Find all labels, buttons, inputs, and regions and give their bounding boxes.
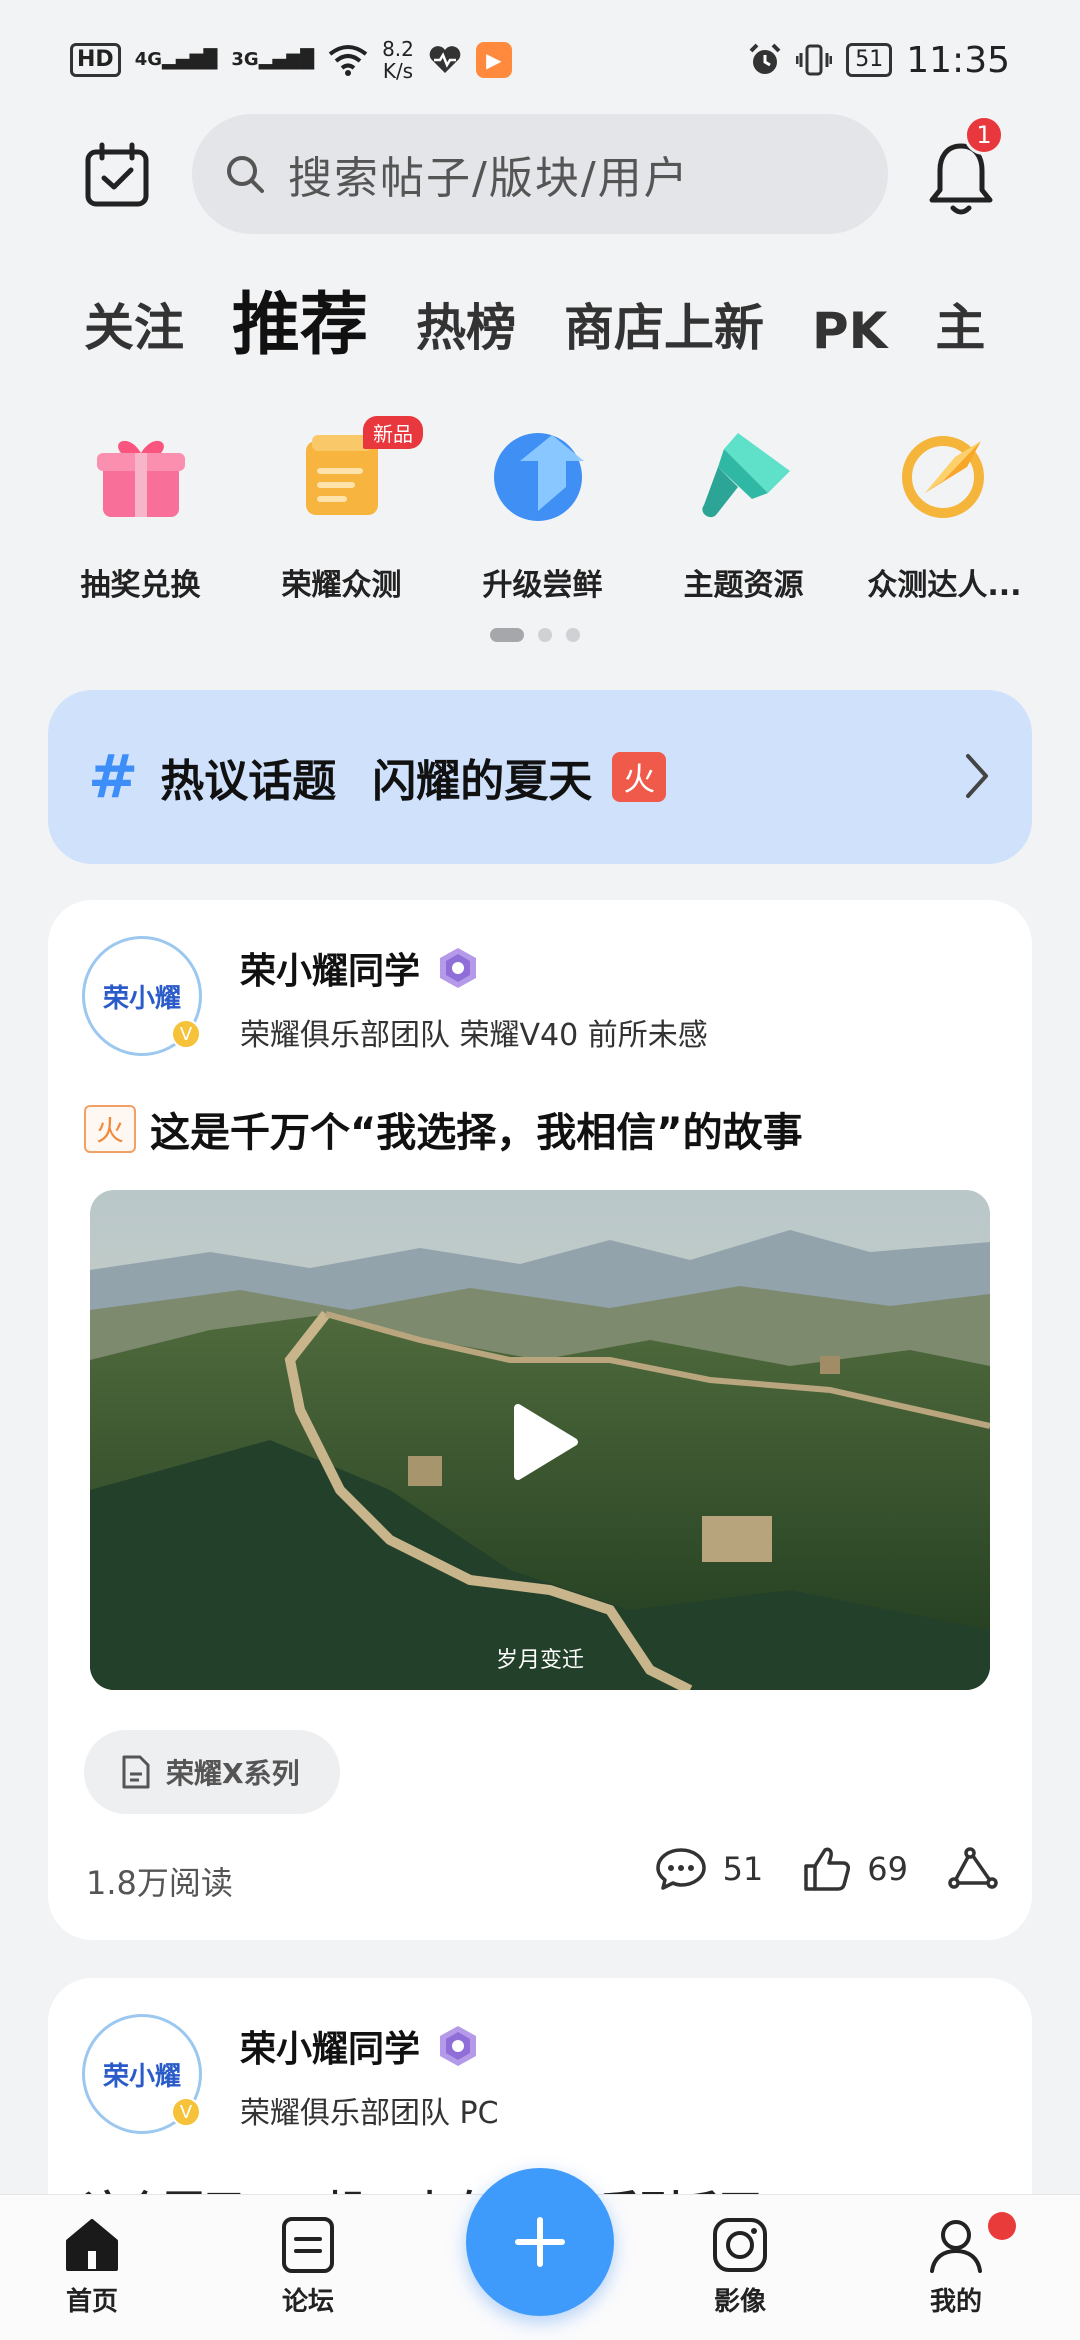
tab-recommend[interactable]: 推荐 (232, 269, 368, 378)
nav-home[interactable]: 首页 (32, 2215, 152, 2318)
verified-icon: V (171, 1019, 201, 1049)
sim1-signal: 4G▂▄▆█ (134, 49, 218, 70)
post-title[interactable]: 火 这是千万个“我选择，我相信”的故事 (84, 1100, 803, 1158)
shortcut-themes[interactable]: 主题资源 (643, 420, 844, 610)
comment-count: 51 (722, 1850, 764, 1888)
home-icon (66, 2219, 118, 2271)
page-dot (538, 628, 552, 642)
comment-icon (655, 1848, 706, 1890)
topic-title: 闪耀的夏天 (372, 756, 593, 807)
chevron-right-icon (966, 754, 988, 798)
alarm-icon (749, 43, 781, 74)
post-card[interactable]: 荣小耀 V 荣小耀同学 荣耀俱乐部团队 荣耀V40 前所未感 火 这是千万个“我… (48, 900, 1032, 1940)
video-thumbnail[interactable]: 岁月变迁 (90, 1190, 990, 1690)
shortcut-label: 主题资源 (683, 568, 804, 603)
network-speed: 8.2 K/s (382, 37, 414, 83)
author-name[interactable]: 荣小耀同学 (240, 942, 480, 994)
level-gem-icon (440, 948, 477, 988)
read-count: 1.8万阅读 (86, 1864, 233, 1902)
topic-label: 热议话题 (160, 756, 337, 807)
camera-icon (713, 2218, 767, 2272)
notification-count-badge: 1 (964, 115, 1004, 155)
clock: 11:35 (906, 39, 1010, 81)
shortcut-lottery[interactable]: 抽奖兑换 (40, 420, 241, 610)
vibrate-icon (796, 44, 833, 76)
tab-follow[interactable]: 关注 (84, 288, 184, 378)
author-name[interactable]: 荣小耀同学 (240, 2020, 480, 2072)
page-dot (566, 628, 580, 642)
nav-imaging[interactable]: 影像 (680, 2215, 800, 2318)
wifi-icon (328, 45, 368, 76)
sim2-signal: 3G▂▄▆█ (231, 49, 315, 70)
rocket-badge-icon (890, 420, 1000, 530)
search-icon (227, 156, 264, 193)
tab-theme[interactable]: 主 (935, 288, 985, 378)
like-button[interactable]: 69 (803, 1846, 908, 1892)
comment-button[interactable]: 51 (655, 1847, 764, 1891)
shortcut-upgrade[interactable]: 升级尝鲜 (442, 420, 643, 610)
tab-store-new[interactable]: 商店上新 (564, 288, 764, 378)
upgrade-arrow-icon (488, 420, 598, 530)
author-meta: 荣耀俱乐部团队 PC (240, 2096, 499, 2131)
tab-pk[interactable]: PK (812, 302, 887, 378)
video-app-icon: ▶ (475, 42, 512, 78)
hot-tag: 火 (84, 1105, 136, 1153)
post-actions: 51 69 (655, 1846, 998, 1892)
tab-hot-list[interactable]: 热榜 (416, 288, 516, 378)
hd-indicator: HD (70, 43, 121, 77)
paint-brush-icon (689, 420, 799, 530)
share-icon[interactable] (948, 1847, 998, 1891)
document-icon (122, 1755, 150, 1789)
status-bar: HD 4G▂▄▆█ 3G▂▄▆█ 8.2 K/s ▶ 51 11:35 (0, 0, 1080, 120)
feed-tabs: 关注 推荐 热榜 商店上新 PK 主 (84, 268, 1080, 378)
plus-icon (515, 2217, 565, 2267)
shortcut-test-expert[interactable]: 众测达人... (844, 420, 1045, 610)
page-dot-active (490, 628, 524, 642)
shortcut-label: 升级尝鲜 (482, 568, 603, 603)
shortcut-grid: 抽奖兑换 新品 荣耀众测 升级尝鲜 主题资源 众测达人... (40, 416, 1080, 610)
search-input[interactable]: 搜索帖子/版块/用户 (192, 114, 888, 234)
battery-indicator: 51 (846, 43, 893, 77)
play-icon[interactable] (510, 1402, 580, 1482)
new-product-badge: 新品 (363, 416, 423, 449)
shortcut-label: 众测达人... (867, 568, 1022, 603)
create-post-button[interactable] (466, 2168, 614, 2316)
avatar[interactable]: 荣小耀 V (82, 2014, 202, 2134)
video-caption: 岁月变迁 (495, 1648, 584, 1673)
level-gem-icon (440, 2026, 477, 2066)
hashtag-icon: # (88, 742, 139, 812)
calendar-checkin-icon[interactable] (84, 142, 150, 208)
shortcut-honor-test[interactable]: 新品 荣耀众测 (241, 416, 442, 610)
avatar[interactable]: 荣小耀 V (82, 936, 202, 1056)
app-header: 搜索帖子/版块/用户 1 (0, 112, 1080, 236)
verified-icon: V (171, 2097, 201, 2127)
author-meta: 荣耀俱乐部团队 荣耀V40 前所未感 (240, 1018, 708, 1053)
topic-tag-chip[interactable]: 荣耀X系列 (84, 1730, 340, 1814)
fire-badge: 火 (612, 752, 667, 802)
heart-pulse-icon (429, 46, 461, 73)
search-placeholder: 搜索帖子/版块/用户 (288, 153, 690, 204)
shortcut-label: 荣耀众测 (281, 568, 402, 603)
gift-icon (86, 420, 196, 530)
like-count: 69 (867, 1850, 908, 1888)
nav-forum[interactable]: 论坛 (248, 2215, 368, 2318)
hot-topic-banner[interactable]: # 热议话题 闪耀的夏天 火 (48, 690, 1032, 864)
shortcut-label: 抽奖兑换 (80, 568, 201, 603)
unread-dot (988, 2212, 1016, 2240)
thumbs-up-icon (804, 1847, 851, 1891)
forum-icon (282, 2217, 334, 2273)
profile-icon (930, 2220, 982, 2273)
page-indicator (490, 628, 580, 642)
